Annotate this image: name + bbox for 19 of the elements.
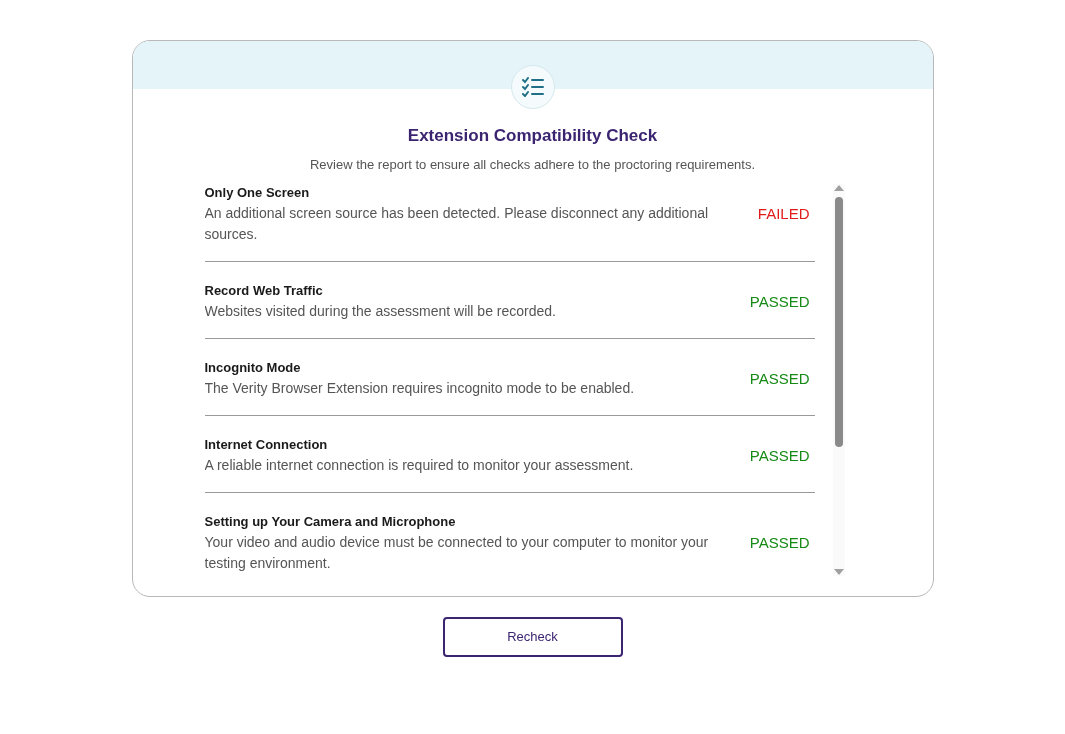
status-label: PASSED: [749, 291, 811, 312]
check-description: The Verity Browser Extension requires incognito mode to be enabled.: [204, 379, 636, 398]
check-title: Internet Connection: [204, 436, 329, 454]
check-title: Only One Screen: [204, 184, 311, 202]
status-label: PASSED: [749, 368, 811, 389]
check-title: Record Web Traffic: [204, 282, 324, 300]
status-label: FAILED: [757, 204, 811, 225]
check-description: A reliable internet connection is required to monitor your assessment.: [204, 456, 635, 475]
status-label: PASSED: [749, 533, 811, 554]
check-description: Your video and audio device must be connected to your computer to monitor your testing environment.: [204, 533, 710, 573]
scrollbar[interactable]: [832, 184, 845, 576]
check-description: An additional screen source has been detected. Please disconnect any additional sources.: [204, 204, 710, 244]
recheck-button[interactable]: Recheck: [442, 617, 623, 657]
status-label: PASSED: [749, 445, 811, 466]
check-title: Setting up Your Camera and Microphone: [204, 513, 457, 531]
dialog-title: Extension Compatibility Check: [407, 125, 658, 147]
dialog-subtitle: Review the report to ensure all checks adhere to the proctoring requirements.: [309, 155, 756, 174]
check-description: Websites visited during the assessment will be recorded.: [204, 302, 557, 321]
check-title: Incognito Mode: [204, 359, 302, 377]
